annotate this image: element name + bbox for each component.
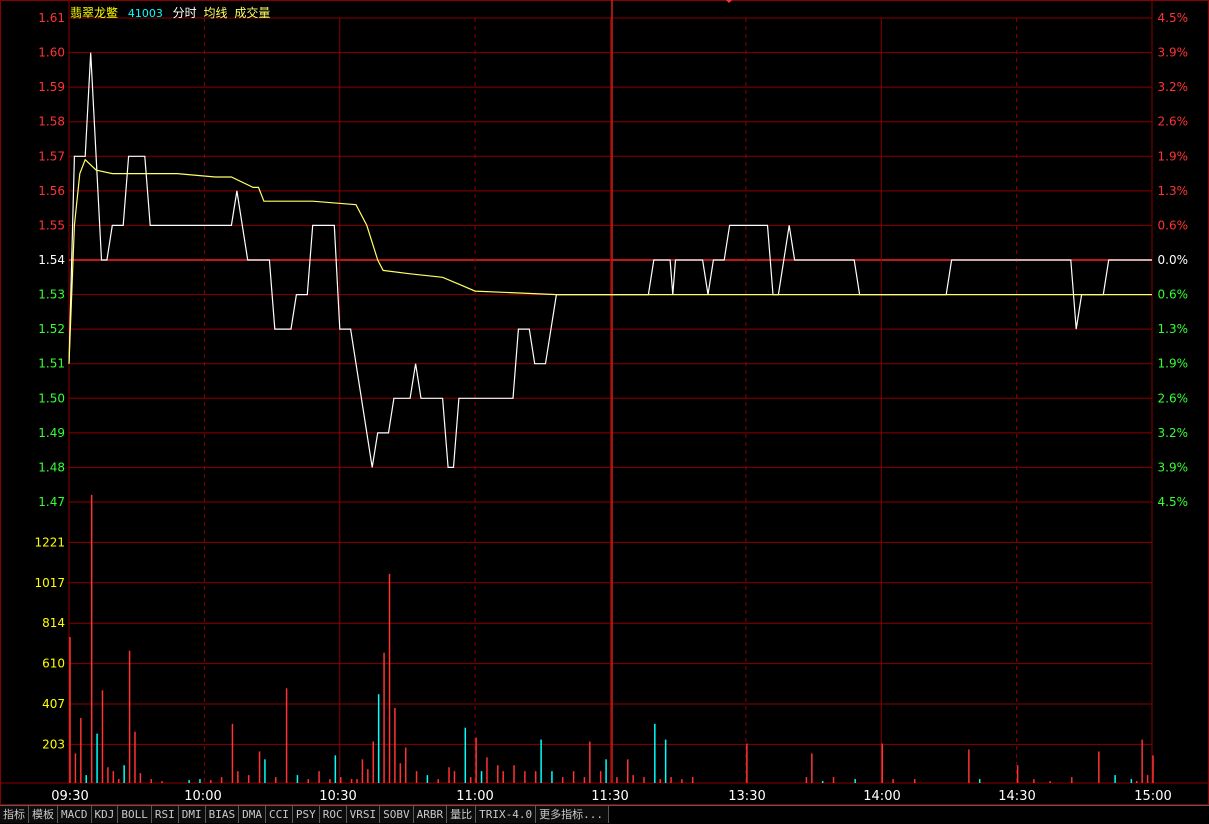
- percent-tick-label: 4.5%: [1158, 11, 1189, 25]
- price-tick-label: 1.61: [38, 11, 65, 25]
- price-tick-label: 1.58: [38, 115, 65, 129]
- time-tick-label: 11:30: [591, 789, 628, 804]
- tab-2[interactable]: MACD: [58, 806, 92, 823]
- chart-canvas[interactable]: 1.61 1.60 1.59 1.58 1.57 1.56 1.55 1.54 1.53 1.52…: [0, 0, 1209, 805]
- tab-17[interactable]: 更多指标...: [536, 806, 610, 823]
- percent-tick-label: 3.2%: [1158, 80, 1189, 94]
- volume-tick-label: 814: [42, 616, 65, 630]
- tab-8[interactable]: DMA: [239, 806, 266, 823]
- price-tick-label: 1.54: [38, 253, 65, 267]
- percent-tick-label: 1.3%: [1158, 322, 1189, 336]
- time-tick-label: 10:00: [184, 789, 221, 804]
- percent-tick-label: 3.2%: [1158, 426, 1189, 440]
- indicator-tab-bar: 指标 模板 MACD KDJ BOLL RSI DMI BIAS DMA CCI PSY ROC VRS…: [0, 805, 1209, 824]
- price-tick-label: 1.48: [38, 460, 65, 474]
- intraday-chart[interactable]: 1.61 1.60 1.59 1.58 1.57 1.56 1.55 1.54 1.53 1.52…: [0, 0, 1209, 805]
- percent-tick-label: 0.6%: [1158, 288, 1189, 302]
- price-tick-label: 1.53: [38, 288, 65, 302]
- tab-3[interactable]: KDJ: [91, 806, 119, 823]
- percent-tick-label: 0.0%: [1158, 253, 1189, 267]
- tab-16[interactable]: TRIX-4.0: [476, 806, 537, 823]
- time-tick-label: 13:30: [728, 789, 765, 804]
- tab-13[interactable]: SOBV: [380, 806, 414, 823]
- mode-label: 分时: [172, 6, 197, 20]
- price-tick-label: 1.56: [38, 184, 65, 198]
- top-marker-icon: [726, 0, 732, 3]
- percent-tick-label: 0.6%: [1158, 218, 1189, 232]
- percent-tick-label: 4.5%: [1158, 495, 1189, 509]
- price-tick-label: 1.50: [38, 391, 65, 405]
- stock-code: 41003: [127, 7, 163, 20]
- chart-frame: [0, 0, 1209, 805]
- volume-tick-label: 1017: [34, 576, 65, 590]
- volume-tick-label: 203: [42, 737, 65, 751]
- percent-tick-label: 3.9%: [1158, 46, 1189, 60]
- tab-4[interactable]: BOLL: [118, 806, 152, 823]
- percent-tick-label: 2.6%: [1158, 391, 1189, 405]
- percent-tick-label: 3.9%: [1158, 460, 1189, 474]
- percent-tick-label: 1.9%: [1158, 357, 1189, 371]
- chart-header: 翡翠龙鳖 41003 分时 均线 成交量: [70, 4, 276, 21]
- price-tick-label: 1.57: [38, 149, 65, 163]
- percent-tick-label: 2.6%: [1158, 115, 1189, 129]
- tab-10[interactable]: PSY: [292, 806, 320, 823]
- avg-line-label: 均线: [203, 6, 228, 20]
- price-tick-label: 1.59: [38, 80, 65, 94]
- percent-tick-label: 1.3%: [1158, 184, 1189, 198]
- price-tick-label: 1.49: [38, 426, 65, 440]
- time-tick-label: 14:00: [863, 789, 900, 804]
- tab-0[interactable]: 指标: [0, 806, 29, 823]
- tab-15[interactable]: 量比: [447, 806, 477, 823]
- tab-6[interactable]: DMI: [178, 806, 206, 823]
- volume-tick-label: 610: [42, 657, 65, 671]
- stock-name: 翡翠龙鳖: [70, 6, 119, 20]
- volume-tick-label: 1221: [34, 535, 65, 549]
- price-tick-label: 1.60: [38, 46, 65, 60]
- time-tick-label: 14:30: [998, 789, 1035, 804]
- time-tick-label: 15:00: [1134, 789, 1171, 804]
- volume-tick-label: 407: [42, 697, 65, 711]
- tab-14[interactable]: ARBR: [413, 806, 448, 823]
- price-tick-label: 1.55: [38, 218, 65, 232]
- time-tick-label: 11:00: [456, 789, 493, 804]
- price-tick-label: 1.51: [38, 357, 65, 371]
- tab-9[interactable]: CCI: [266, 806, 293, 823]
- percent-tick-label: 1.9%: [1158, 149, 1189, 163]
- price-tick-label: 1.47: [38, 495, 65, 509]
- tab-1[interactable]: 模板: [29, 806, 58, 823]
- time-tick-label: 10:30: [319, 789, 356, 804]
- tab-11[interactable]: ROC: [319, 806, 347, 823]
- price-tick-label: 1.52: [38, 322, 65, 336]
- tab-12[interactable]: VRSI: [346, 806, 381, 823]
- tab-7[interactable]: BIAS: [205, 806, 240, 823]
- time-tick-label: 09:30: [51, 789, 88, 804]
- volume-label: 成交量: [234, 6, 271, 20]
- tab-5[interactable]: RSI: [151, 806, 179, 823]
